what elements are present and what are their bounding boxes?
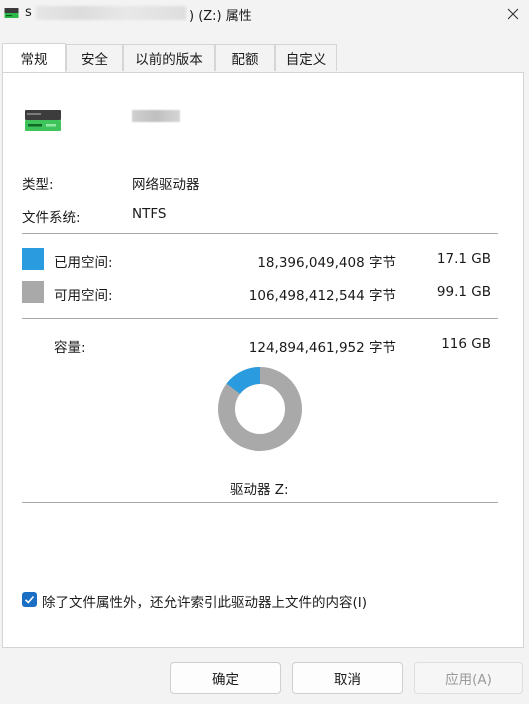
close-icon <box>507 8 518 20</box>
tab-previous-versions[interactable]: 以前的版本 <box>123 44 215 71</box>
separator <box>22 502 498 503</box>
tab-security[interactable]: 安全 <box>66 44 123 71</box>
window-title-prefix: s <box>25 5 32 20</box>
close-button[interactable] <box>496 0 529 28</box>
drive-caption: 驱动器 Z: <box>230 482 289 498</box>
network-drive-icon <box>4 8 19 18</box>
free-space-bytes: 106,498,412,544 字节 <box>248 288 396 304</box>
free-space-swatch <box>22 281 44 303</box>
capacity-bytes: 124,894,461,952 字节 <box>248 340 396 356</box>
tab-customize[interactable]: 自定义 <box>275 44 337 71</box>
redacted-drive-name <box>132 110 180 122</box>
free-space-label: 可用空间: <box>54 288 113 304</box>
checkmark-icon <box>24 595 35 604</box>
redacted-title-text <box>36 6 186 20</box>
ok-button[interactable]: 确定 <box>170 662 281 694</box>
filesystem-value: NTFS <box>132 206 167 222</box>
general-panel <box>2 72 524 648</box>
filesystem-label: 文件系统: <box>22 210 81 226</box>
tab-general[interactable]: 常规 <box>2 43 66 72</box>
usage-donut-chart <box>218 367 302 451</box>
used-space-label: 已用空间: <box>54 255 113 271</box>
used-space-size: 17.1 GB <box>436 251 491 267</box>
apply-button[interactable]: 应用(A) <box>414 662 523 694</box>
window-title: ) (Z:) 属性 <box>189 9 252 24</box>
network-drive-large-icon <box>25 110 61 131</box>
tab-quota[interactable]: 配额 <box>215 44 275 71</box>
index-contents-label[interactable]: 除了文件属性外，还允许索引此驱动器上文件的内容(I) <box>42 591 367 611</box>
used-space-bytes: 18,396,049,408 字节 <box>257 255 396 271</box>
used-space-swatch <box>22 248 44 270</box>
type-value: 网络驱动器 <box>132 177 200 193</box>
cancel-button[interactable]: 取消 <box>292 662 403 694</box>
title-bar: s ) (Z:) 属性 <box>0 0 529 28</box>
free-space-size: 99.1 GB <box>436 284 491 300</box>
capacity-label: 容量: <box>54 340 86 356</box>
separator <box>22 318 498 319</box>
index-contents-checkbox[interactable] <box>22 592 37 607</box>
separator <box>22 233 498 234</box>
type-label: 类型: <box>22 177 54 193</box>
capacity-size: 116 GB <box>441 336 491 352</box>
used-space-arc <box>226 367 261 395</box>
